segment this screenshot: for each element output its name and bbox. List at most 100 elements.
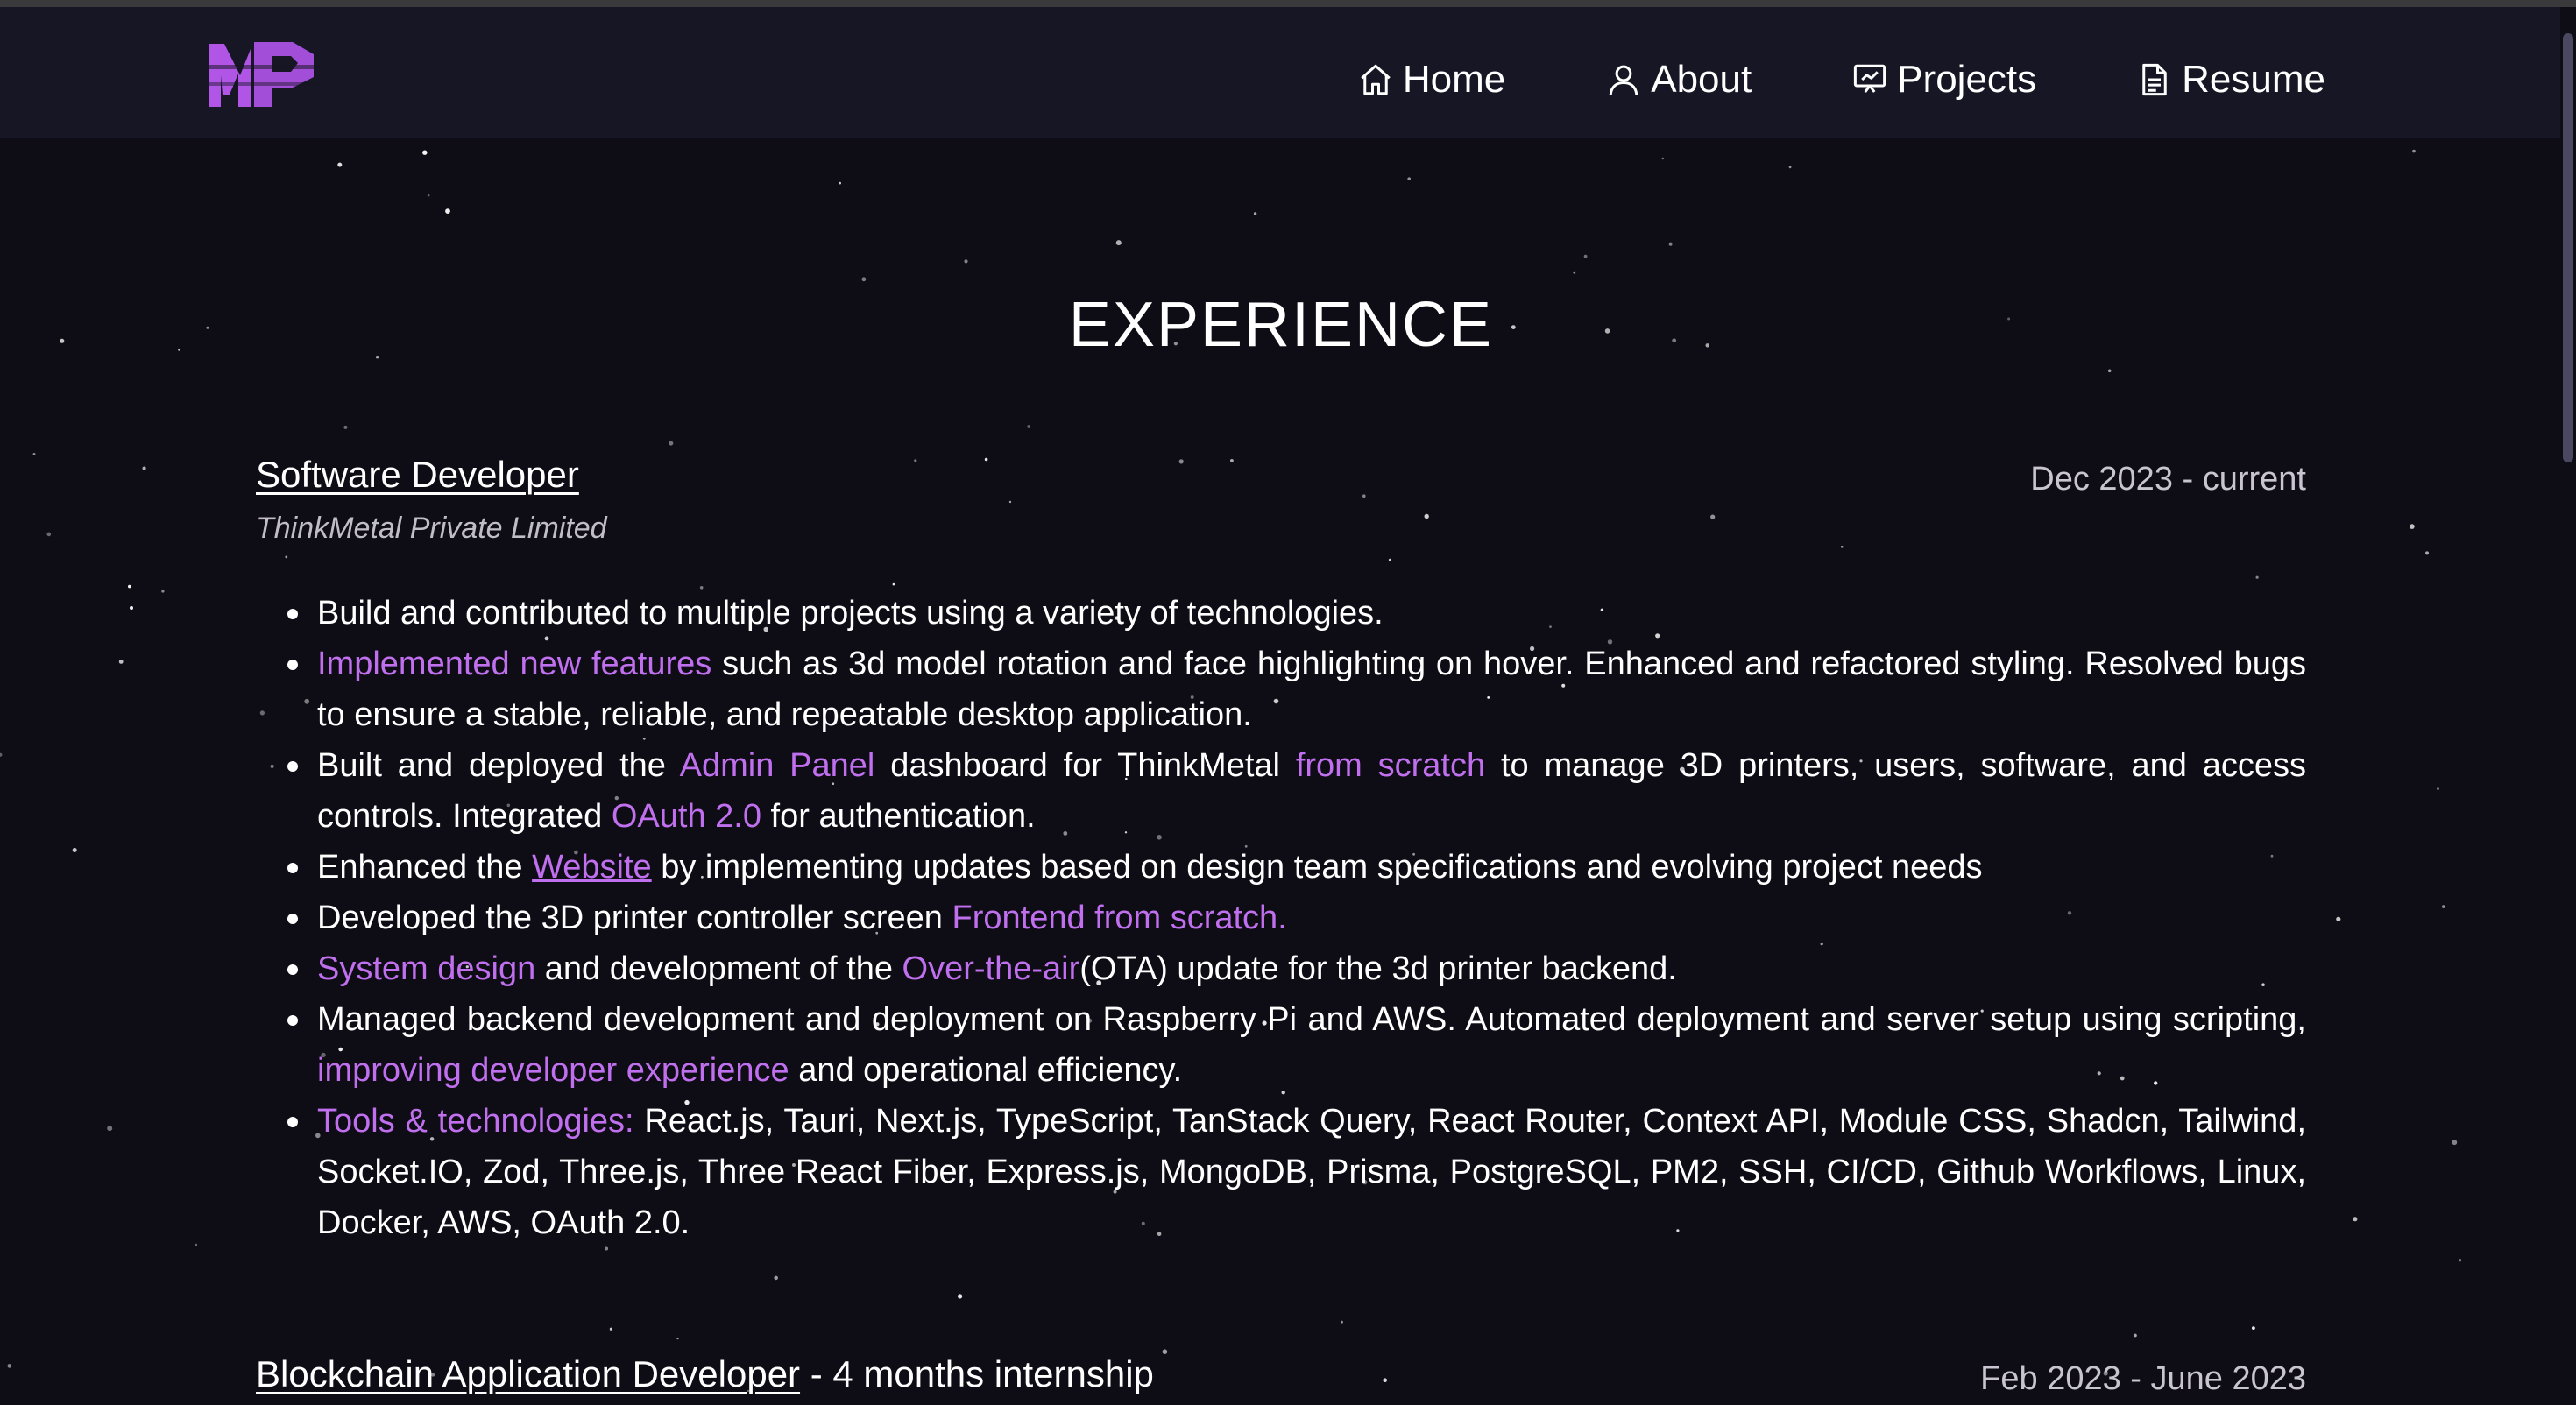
- job-bullet-item: Managed backend development and deployme…: [287, 994, 2306, 1096]
- bullet-highlight: improving developer experience: [317, 1052, 789, 1089]
- job-bullet-item: System design and development of the Ove…: [287, 943, 2306, 994]
- nav-about-label: About: [1651, 58, 1752, 101]
- star-dot: [958, 1294, 963, 1299]
- star-dot: [2425, 551, 2429, 555]
- bullet-highlight: Tools & technologies:: [317, 1103, 634, 1140]
- star-dot: [676, 1337, 679, 1340]
- job-entry: Software Developer Dec 2023 - current Th…: [256, 454, 2306, 1248]
- bullet-highlight: Over-the-air: [902, 950, 1080, 987]
- star-dot: [343, 425, 348, 429]
- scrollbar-thumb[interactable]: [2563, 33, 2573, 462]
- star-dot: [1407, 177, 1411, 180]
- user-icon: [1609, 65, 1638, 95]
- presentation-icon: [1854, 64, 1886, 93]
- star-dot: [2410, 524, 2415, 529]
- bullet-text: Build and contributed to multiple projec…: [317, 595, 1384, 632]
- star-dot: [1253, 212, 1257, 215]
- star-dot: [1788, 166, 1792, 169]
- star-dot: [118, 660, 124, 664]
- bullet-text: Enhanced the: [317, 849, 533, 886]
- nav-home-label: Home: [1402, 58, 1506, 101]
- star-dot: [2353, 1217, 2358, 1222]
- star-dot: [2452, 1140, 2458, 1146]
- navbar: Home About Projects Resume: [0, 7, 2576, 138]
- job-entry: Blockchain Application Developer - 4 mon…: [256, 1353, 2306, 1397]
- star-dot: [142, 466, 146, 470]
- bullet-text: dashboard for ThinkMetal: [874, 747, 1296, 784]
- star-dot: [32, 453, 36, 455]
- logo-icon[interactable]: [207, 33, 321, 112]
- bullet-highlight: from scratch: [1295, 747, 1486, 784]
- job-date: Feb 2023 - June 2023: [1980, 1360, 2306, 1397]
- job-bullet-item: Build and contributed to multiple projec…: [287, 588, 2306, 639]
- document-icon: [2142, 63, 2167, 96]
- star-dot: [195, 1243, 198, 1246]
- star-dot: [422, 150, 428, 155]
- job-bullet-item: Enhanced the Website by implementing upd…: [287, 842, 2306, 893]
- bullet-text: and development of the: [535, 950, 902, 987]
- bullet-text: Developed the 3D printer controller scre…: [317, 900, 952, 936]
- star-dot: [7, 1364, 12, 1368]
- bullet-text: Managed backend development and deployme…: [317, 1001, 2306, 1038]
- star-dot: [2442, 905, 2445, 908]
- company-name: ThinkMetal Private Limited: [256, 512, 607, 545]
- job-bullet-item: Developed the 3D printer controller scre…: [287, 893, 2306, 943]
- bullet-text: Built and deployed the: [317, 747, 680, 784]
- star-dot: [445, 208, 450, 215]
- job-bullet-list: Build and contributed to multiple projec…: [256, 588, 2306, 1248]
- star-dot: [2336, 916, 2341, 921]
- star-dot: [2412, 149, 2416, 153]
- nav-home-link[interactable]: Home: [1357, 58, 1505, 102]
- job-title-link[interactable]: Blockchain Application Developer: [256, 1353, 800, 1394]
- bullet-text: by implementing updates based on design …: [651, 849, 1983, 886]
- star-dot: [839, 181, 841, 185]
- nav-resume-label: Resume: [2182, 58, 2325, 101]
- bullet-text: and operational efficiency.: [789, 1052, 1183, 1089]
- star-dot: [964, 259, 968, 264]
- star-dot: [128, 584, 131, 589]
- star-dot: [1573, 271, 1576, 274]
- home-icon: [1361, 64, 1391, 95]
- star-dot: [107, 1126, 113, 1132]
- star-dot: [774, 1275, 778, 1281]
- scrollbar[interactable]: [2560, 7, 2576, 1405]
- star-dot: [1661, 157, 1665, 160]
- bullet-highlight: Frontend from scratch.: [952, 900, 1287, 936]
- star-dot: [72, 848, 77, 852]
- star-dot: [46, 532, 52, 537]
- job-bullet-item: Tools & technologies: React.js, Tauri, N…: [287, 1096, 2306, 1248]
- nav-resume-link[interactable]: Resume: [2136, 58, 2325, 102]
- page: Home About Projects Resume EXPERIENCE So…: [0, 0, 2576, 1405]
- nav-menu: Home About Projects Resume: [1257, 14, 2325, 145]
- star-dot: [161, 590, 165, 593]
- bullet-highlight: System design: [317, 950, 536, 987]
- star-dot: [1115, 240, 1122, 246]
- nav-projects-label: Projects: [1897, 58, 2037, 101]
- job-date: Dec 2023 - current: [2030, 461, 2306, 498]
- window-top-border: [0, 0, 2576, 7]
- bullet-link[interactable]: Website: [532, 849, 652, 886]
- job-bullet-item: Built and deployed the Admin Panel dashb…: [287, 740, 2306, 842]
- bullet-text: (OTA) update for the 3d printer backend.: [1079, 950, 1677, 987]
- bullet-highlight: OAuth 2.0: [611, 798, 761, 835]
- nav-projects-link[interactable]: Projects: [1851, 58, 2036, 102]
- job-header: Software Developer: [256, 454, 2306, 496]
- star-dot: [1341, 1320, 1343, 1324]
- star-dot: [2437, 787, 2439, 790]
- bullet-highlight: Implemented new features: [317, 646, 712, 682]
- star-dot: [1583, 254, 1588, 258]
- star-dot: [0, 752, 3, 757]
- star-dot: [130, 606, 133, 610]
- star-dot: [1027, 425, 1031, 428]
- star-dot: [861, 277, 867, 282]
- star-dot: [2459, 1259, 2462, 1262]
- nav-about-link[interactable]: About: [1605, 58, 1752, 102]
- star-dot: [1668, 242, 1673, 246]
- star-dot: [427, 194, 430, 197]
- star-dot: [2107, 369, 2112, 373]
- bullet-highlight: Admin Panel: [679, 747, 875, 784]
- section-title: EXPERIENCE: [1068, 290, 1494, 360]
- job-title-link[interactable]: Software Developer: [256, 454, 579, 495]
- star-dot: [609, 1327, 613, 1331]
- star-dot: [2252, 1326, 2255, 1330]
